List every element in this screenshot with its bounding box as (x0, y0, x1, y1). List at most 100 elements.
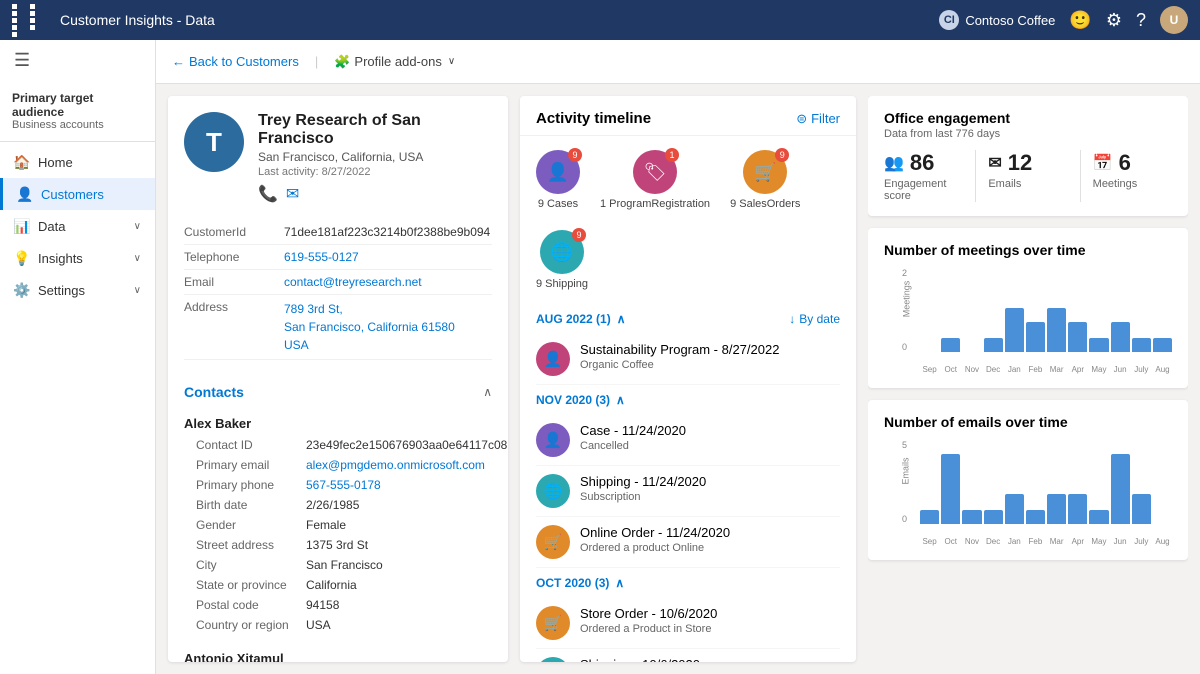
settings-icon[interactable]: ⚙ (1106, 10, 1122, 31)
contact-name: Antonio Xitamul (184, 647, 492, 662)
contact-field-value: USA (306, 618, 331, 632)
chevron-up-icon: ∧ (617, 312, 626, 326)
meetings-chart-title: Number of meetings over time (884, 242, 1172, 258)
metric-value: 📅 6 (1093, 150, 1172, 176)
activity-shipping[interactable]: 🌐 9 9 Shipping (536, 230, 588, 290)
contacts-section: Contacts ∧ Alex Baker Contact ID 23e49fe… (168, 368, 508, 662)
timeline-subtitle: Ordered a product Online (580, 542, 730, 554)
field-value: 619-555-0127 (284, 250, 359, 264)
sidebar-toggle[interactable]: ☰ (0, 40, 155, 81)
activity-orders[interactable]: 🛒 9 9 SalesOrders (730, 150, 800, 210)
activity-cases[interactable]: 👤 9 9 Cases (536, 150, 580, 210)
field-address: Address 789 3rd St,San Francisco, Califo… (184, 295, 492, 360)
sidebar: ☰ Primary target audience Business accou… (0, 40, 156, 674)
metric-engagement-score: 👥 86 Engagement score (884, 150, 963, 202)
insights-icon: 💡 (14, 250, 30, 266)
contact-field-row: Street address 1375 3rd St (184, 535, 492, 555)
orders-icon: 🛒 9 (743, 150, 787, 194)
contact-field-value: San Francisco (306, 558, 383, 572)
smiley-icon[interactable]: 🙂 (1069, 10, 1091, 31)
contact-alex-baker: Alex Baker Contact ID 23e49fec2e15067690… (184, 406, 492, 641)
home-icon: 🏠 (14, 154, 30, 170)
timeline-item: 🌐 Shipping - 10/6/2020 OneTimeOrder (536, 649, 840, 662)
contacts-title: Contacts (184, 384, 244, 400)
activity-program[interactable]: 🏷 1 1 ProgramRegistration (600, 150, 710, 210)
timeline-title: Store Order - 10/6/2020 (580, 606, 717, 621)
timeline-item: 🛒 Online Order - 11/24/2020 Ordered a pr… (536, 517, 840, 568)
customer-name: Trey Research of San Francisco (258, 112, 492, 148)
sidebar-header: Primary target audience Business account… (0, 81, 155, 142)
metric-separator (975, 150, 976, 202)
timeline-title: Online Order - 11/24/2020 (580, 525, 730, 540)
phone-icon[interactable]: 📞 (258, 184, 278, 204)
sidebar-item-label: Settings (38, 283, 85, 298)
timeline-group-nov2020: NOV 2020 (3) ∧ (536, 385, 840, 415)
timeline-group-aug2022: AUG 2022 (1) ∧ ↓ By date (536, 304, 840, 334)
sidebar-item-label: Customers (41, 187, 104, 202)
contact-field-row: Primary phone 567-555-0178 (184, 475, 492, 495)
sidebar-primary-sub: Business accounts (12, 119, 143, 131)
org-switcher[interactable]: CI Contoso Coffee (939, 10, 1055, 30)
contacts-collapse-icon[interactable]: ∧ (483, 385, 492, 399)
contact-field-row: Postal code 94158 (184, 595, 492, 615)
metric-value: ✉ 12 (988, 150, 1067, 176)
sidebar-item-customers[interactable]: 👤 Customers (0, 178, 155, 210)
bar-chart-bars (920, 264, 1172, 352)
filter-label: Filter (811, 111, 840, 126)
email-link[interactable]: alex@pmgdemo.onmicrosoft.com (306, 458, 485, 472)
avatar: T (184, 112, 244, 172)
timeline-item-icon: 👤 (536, 342, 570, 376)
apps-icon[interactable] (12, 4, 46, 37)
chevron-down-icon: ∨ (134, 285, 141, 296)
contacts-header[interactable]: Contacts ∧ (184, 378, 492, 406)
timeline-item-icon: 🌐 (536, 657, 570, 662)
telephone-link[interactable]: 619-555-0127 (284, 250, 359, 264)
timeline-content: Sustainability Program - 8/27/2022 Organ… (580, 342, 779, 371)
filter-button[interactable]: ⊜ Filter (796, 111, 840, 127)
program-label: 1 ProgramRegistration (600, 198, 710, 210)
sidebar-item-data[interactable]: 📊 Data ∨ (0, 210, 155, 242)
cases-label: 9 Cases (538, 198, 578, 210)
phone-link[interactable]: 567-555-0178 (306, 478, 381, 492)
email-link[interactable]: contact@treyresearch.net (284, 275, 422, 289)
contact-field-label: Birth date (196, 498, 306, 512)
contact-name: Alex Baker (184, 412, 492, 435)
office-engagement-card: Office engagement Data from last 776 day… (868, 96, 1188, 216)
contact-field-row: Primary email alex@pmgdemo.onmicrosoft.c… (184, 455, 492, 475)
profile-addons-button[interactable]: 🧩 Profile add-ons ∨ (334, 54, 455, 70)
group-actions: ↓ By date (789, 312, 840, 326)
app-title: Customer Insights - Data (60, 12, 929, 28)
email-icon[interactable]: ✉ (286, 184, 299, 204)
sidebar-item-insights[interactable]: 💡 Insights ∨ (0, 242, 155, 274)
back-button[interactable]: ← Back to Customers (172, 54, 299, 69)
group-title[interactable]: OCT 2020 (3) ∧ (536, 576, 624, 590)
topbar-right: CI Contoso Coffee 🙂 ⚙ ? U (939, 6, 1188, 34)
address-link[interactable]: 789 3rd St,San Francisco, California 615… (284, 302, 455, 352)
user-avatar[interactable]: U (1160, 6, 1188, 34)
contact-field-value: 94158 (306, 598, 339, 612)
contact-field-label: City (196, 558, 306, 572)
people-icon: 👥 (884, 153, 904, 173)
profile-addons-label: Profile add-ons (354, 54, 441, 69)
sidebar-item-home[interactable]: 🏠 Home (0, 146, 155, 178)
contact-field-label: Primary email (196, 458, 306, 472)
group-title[interactable]: AUG 2022 (1) ∧ (536, 312, 626, 326)
timeline-item-icon: 👤 (536, 423, 570, 457)
right-panel: Office engagement Data from last 776 day… (868, 96, 1188, 662)
sidebar-item-settings[interactable]: ⚙️ Settings ∨ (0, 274, 155, 306)
by-date-button[interactable]: ↓ By date (789, 312, 840, 326)
calendar-icon: 📅 (1093, 153, 1113, 173)
timeline-subtitle: Ordered a Product in Store (580, 623, 717, 635)
metric-label: Meetings (1093, 178, 1172, 190)
help-icon[interactable]: ? (1136, 10, 1146, 31)
sidebar-item-label: Data (38, 219, 65, 234)
timeline-section: AUG 2022 (1) ∧ ↓ By date 👤 (520, 304, 856, 662)
engagement-subtitle: Data from last 776 days (884, 128, 1172, 140)
subnav: ← Back to Customers | 🧩 Profile add-ons … (156, 40, 1200, 84)
main-columns: T Trey Research of San Francisco San Fra… (156, 84, 1200, 674)
profile-actions: 📞 ✉ (258, 184, 492, 204)
contact-field-label: Postal code (196, 598, 306, 612)
org-icon: CI (939, 10, 959, 30)
chevron-up-icon: ∧ (615, 576, 624, 590)
group-title[interactable]: NOV 2020 (3) ∧ (536, 393, 625, 407)
